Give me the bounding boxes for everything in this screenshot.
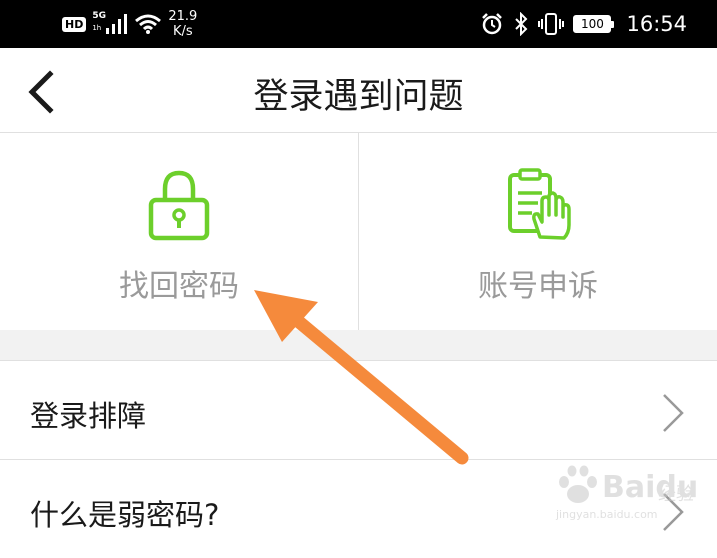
watermark-brand-a: Bai	[602, 470, 656, 505]
battery-indicator: 100	[573, 15, 615, 33]
list-item-label: 登录排障	[30, 399, 147, 433]
section-divider	[0, 330, 717, 361]
hd-badge: HD	[62, 16, 87, 32]
status-left: HD 5G 1h 21.9 K/s	[62, 6, 197, 42]
list-item-label: 什么是弱密码?	[30, 498, 220, 532]
bluetooth-icon	[515, 12, 528, 36]
alarm-icon	[482, 13, 503, 35]
network-sub: 1h	[92, 24, 102, 32]
net-speed: 21.9 K/s	[168, 9, 197, 39]
account-appeal-label: 账号申诉	[478, 269, 598, 304]
account-appeal-button[interactable]: 账号申诉	[358, 133, 717, 330]
option-grid: 找回密码 账号申诉	[0, 132, 717, 331]
retrieve-password-button[interactable]: 找回密码	[0, 133, 358, 330]
watermark-url: jingyan.baidu.com	[556, 508, 658, 521]
wifi-icon	[135, 14, 162, 34]
vibrate-icon	[538, 13, 565, 35]
clock: 16:54	[626, 12, 687, 36]
net-speed-value: 21.9	[168, 9, 198, 24]
chevron-right-icon	[663, 394, 684, 432]
lock-icon	[148, 170, 210, 241]
watermark: Baidu 经验 jingyan.baidu.com	[550, 460, 710, 530]
signal-5g-icon: 5G 1h	[92, 11, 128, 37]
status-right: 100 16:54	[480, 6, 687, 42]
watermark-suffix: 经验	[658, 484, 694, 505]
title-bar: 登录遇到问题	[0, 48, 717, 132]
status-bar: HD 5G 1h 21.9 K/s 100 16:54	[0, 0, 717, 48]
page-title: 登录遇到问题	[253, 77, 464, 117]
list-item-login-troubleshoot[interactable]: 登录排障	[0, 361, 717, 460]
paw-icon	[559, 465, 597, 503]
retrieve-password-label: 找回密码	[119, 269, 239, 304]
net-speed-unit: K/s	[172, 24, 193, 39]
clipboard-hand-icon	[508, 168, 571, 240]
